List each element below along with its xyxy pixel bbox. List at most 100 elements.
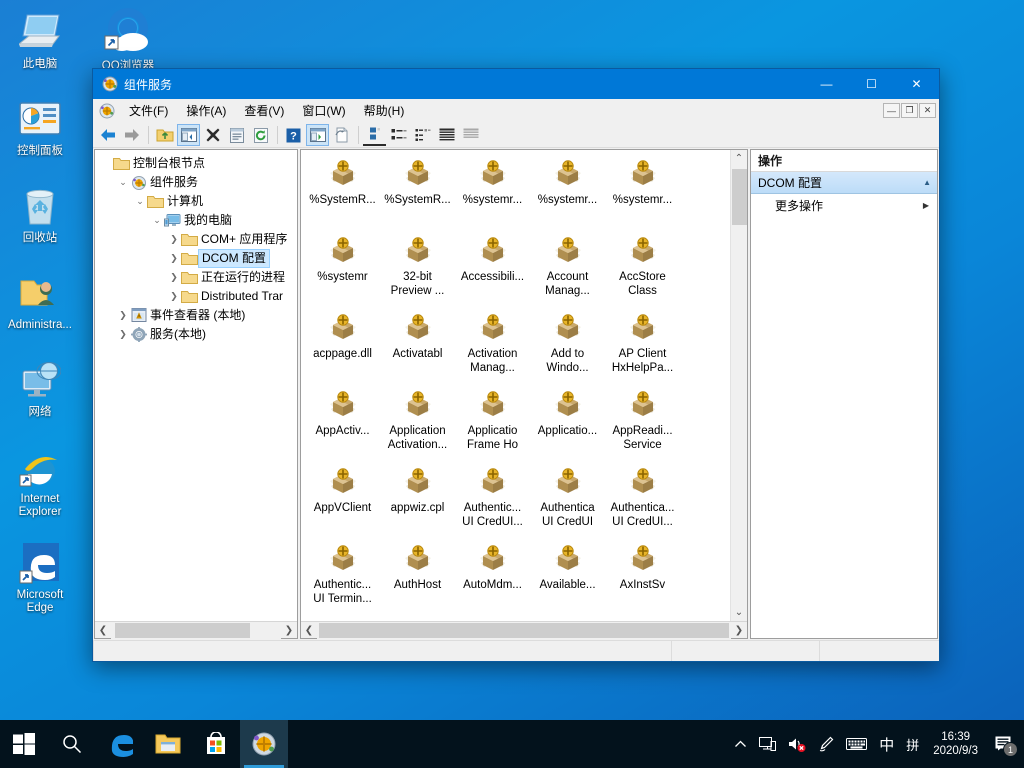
help-icon[interactable]: ? bbox=[282, 124, 305, 146]
dcom-list-item[interactable]: AuthHost bbox=[380, 541, 455, 618]
delete-icon[interactable] bbox=[201, 124, 224, 146]
ime-mode-tray-icon[interactable]: 中 bbox=[873, 720, 900, 768]
dcom-list-item[interactable]: %SystemR... bbox=[305, 156, 380, 233]
menu-item-help[interactable]: 帮助(H) bbox=[355, 99, 414, 122]
volume-muted-tray-icon[interactable] bbox=[782, 720, 812, 768]
dcom-list-item[interactable]: Authentic... UI Termin... bbox=[305, 541, 380, 618]
dcom-list-item[interactable]: Account Manag... bbox=[530, 233, 605, 310]
desktop-icon-recycle-bin[interactable]: 回收站 bbox=[0, 180, 80, 245]
view-tiles-icon[interactable] bbox=[459, 124, 482, 146]
taskbar[interactable]: 中 拼 16:39 2020/9/3 1 bbox=[0, 720, 1024, 768]
chevron-down-icon[interactable]: ⌄ bbox=[116, 177, 130, 188]
dcom-list-item[interactable]: %systemr bbox=[305, 233, 380, 310]
window-minimize-button[interactable]: — bbox=[804, 69, 849, 99]
tree-item[interactable]: ❯事件查看器 (本地) bbox=[99, 306, 297, 325]
window-close-button[interactable]: ✕ bbox=[894, 69, 939, 99]
desktop-icon-control-panel[interactable]: 控制面板 bbox=[0, 93, 80, 158]
list-horizontal-scrollbar[interactable]: ❮ ❯ bbox=[301, 621, 747, 638]
dcom-list-item[interactable]: AppReadi... Service bbox=[605, 387, 680, 464]
dcom-list-item[interactable]: %systemr... bbox=[605, 156, 680, 233]
dcom-list-item[interactable]: Authentica UI CredUI bbox=[530, 464, 605, 541]
desktop-icon-network[interactable]: 网络 bbox=[0, 354, 80, 419]
show-hide-tree-icon[interactable] bbox=[177, 124, 200, 146]
menu-item-action[interactable]: 操作(A) bbox=[177, 99, 235, 122]
dcom-list-item[interactable]: %systemr... bbox=[455, 156, 530, 233]
console-tree-pane[interactable]: 控制台根节点⌄组件服务⌄计算机⌄我的电脑❯COM+ 应用程序❯DCOM 配置❯正… bbox=[94, 149, 298, 639]
up-folder-icon[interactable] bbox=[153, 124, 176, 146]
view-list-icon[interactable] bbox=[411, 124, 434, 146]
dcom-list-item[interactable]: Activatabl bbox=[380, 310, 455, 387]
back-icon[interactable] bbox=[96, 124, 119, 146]
chevron-down-icon[interactable]: ⌄ bbox=[133, 196, 147, 207]
dcom-list-item[interactable]: acppage.dll bbox=[305, 310, 380, 387]
tree-item[interactable]: ❯COM+ 应用程序 bbox=[99, 230, 297, 249]
system-tray[interactable]: 中 拼 16:39 2020/9/3 1 bbox=[728, 720, 1024, 768]
console-tree-icon[interactable] bbox=[306, 124, 329, 146]
touch-keyboard-tray-icon[interactable] bbox=[840, 720, 873, 768]
scroll-up-arrow-icon[interactable]: ⌃ bbox=[731, 150, 747, 167]
scroll-thumb[interactable] bbox=[115, 623, 250, 638]
window-maximize-button[interactable]: ☐ bbox=[849, 69, 894, 99]
desktop-icon-administrator[interactable]: Administra... bbox=[0, 267, 80, 332]
dcom-list-pane[interactable]: %SystemR...%SystemR...%systemr...%system… bbox=[300, 149, 748, 639]
scroll-track[interactable] bbox=[317, 622, 731, 639]
menu-item-view[interactable]: 查看(V) bbox=[235, 99, 293, 122]
mdi-close-button[interactable]: ✕ bbox=[919, 103, 936, 118]
window-titlebar[interactable]: 组件服务 — ☐ ✕ bbox=[93, 69, 939, 99]
dcom-icon-grid[interactable]: %SystemR...%SystemR...%systemr...%system… bbox=[301, 150, 730, 621]
ime-pinyin-tray-icon[interactable]: 拼 bbox=[900, 720, 925, 768]
tree-item[interactable]: ❯Distributed Trar bbox=[99, 287, 297, 306]
chevron-right-icon[interactable]: ❯ bbox=[116, 310, 130, 321]
scroll-track[interactable] bbox=[731, 167, 747, 604]
component-services-window[interactable]: 组件服务 — ☐ ✕ 文件(F) 操作(A) 查看(V) 窗口(W) 帮助(H)… bbox=[92, 68, 940, 662]
dcom-list-item[interactable]: Accessibili... bbox=[455, 233, 530, 310]
actions-pane[interactable]: 操作 DCOM 配置 ▲ 更多操作 ▶ bbox=[750, 149, 938, 639]
action-item-more-actions[interactable]: 更多操作 ▶ bbox=[751, 194, 937, 216]
view-large-icons-icon[interactable] bbox=[363, 124, 386, 146]
menu-bar[interactable]: 文件(F) 操作(A) 查看(V) 窗口(W) 帮助(H) — ❐ ✕ bbox=[93, 99, 939, 123]
desktop-icon-qq-browser[interactable]: QQ浏览器 bbox=[88, 2, 168, 73]
dcom-list-item[interactable]: Activation Manag... bbox=[455, 310, 530, 387]
dcom-list-item[interactable]: AccStore Class bbox=[605, 233, 680, 310]
dcom-list-item[interactable]: AppVClient bbox=[305, 464, 380, 541]
chevron-right-icon[interactable]: ❯ bbox=[116, 329, 130, 340]
view-small-icons-icon[interactable] bbox=[387, 124, 410, 146]
tree-item[interactable]: ❯服务(本地) bbox=[99, 325, 297, 344]
dcom-list-item[interactable]: appwiz.cpl bbox=[380, 464, 455, 541]
pen-tray-icon[interactable] bbox=[812, 720, 840, 768]
menu-item-file[interactable]: 文件(F) bbox=[120, 99, 177, 122]
tree-item[interactable]: 控制台根节点 bbox=[99, 154, 297, 173]
scroll-left-arrow-icon[interactable]: ❮ bbox=[95, 625, 111, 636]
toolbar[interactable]: ? bbox=[93, 123, 939, 148]
chevron-up-icon[interactable]: ▲ bbox=[923, 178, 931, 187]
dcom-list-item[interactable]: AppActiv... bbox=[305, 387, 380, 464]
properties-icon[interactable] bbox=[225, 124, 248, 146]
dcom-list-item[interactable]: Authentica... UI CredUI... bbox=[605, 464, 680, 541]
forward-icon[interactable] bbox=[120, 124, 143, 146]
chevron-right-icon[interactable]: ❯ bbox=[167, 234, 181, 245]
tree-horizontal-scrollbar[interactable]: ❮ ❯ bbox=[95, 621, 297, 638]
tree-item[interactable]: ⌄组件服务 bbox=[99, 173, 297, 192]
scroll-right-arrow-icon[interactable]: ❯ bbox=[281, 625, 297, 636]
scroll-right-arrow-icon[interactable]: ❯ bbox=[731, 625, 747, 636]
tree-item[interactable]: ⌄计算机 bbox=[99, 192, 297, 211]
scroll-thumb[interactable] bbox=[732, 169, 747, 225]
export-list-icon[interactable] bbox=[330, 124, 353, 146]
component-services-taskbar-button[interactable] bbox=[240, 720, 288, 768]
tree-item[interactable]: ⌄我的电脑 bbox=[99, 211, 297, 230]
view-details-icon[interactable] bbox=[435, 124, 458, 146]
desktop-icon-internet-explorer[interactable]: Internet Explorer bbox=[0, 441, 80, 519]
store-taskbar-button[interactable] bbox=[192, 720, 240, 768]
list-vertical-scrollbar[interactable]: ⌃ ⌄ bbox=[730, 150, 747, 621]
clock[interactable]: 16:39 2020/9/3 bbox=[925, 730, 986, 758]
file-explorer-taskbar-button[interactable] bbox=[144, 720, 192, 768]
dcom-list-item[interactable]: 32-bit Preview ... bbox=[380, 233, 455, 310]
desktop-icon-this-pc[interactable]: 此电脑 bbox=[0, 6, 80, 71]
scroll-left-arrow-icon[interactable]: ❮ bbox=[301, 625, 317, 636]
dcom-list-item[interactable]: Available... bbox=[530, 541, 605, 618]
chevron-down-icon[interactable]: ⌄ bbox=[150, 215, 164, 226]
actions-section-dcom-config[interactable]: DCOM 配置 ▲ bbox=[751, 172, 937, 194]
console-tree-scroll-area[interactable]: 控制台根节点⌄组件服务⌄计算机⌄我的电脑❯COM+ 应用程序❯DCOM 配置❯正… bbox=[95, 150, 297, 621]
chevron-right-icon[interactable]: ❯ bbox=[167, 253, 181, 264]
start-button[interactable] bbox=[0, 720, 48, 768]
